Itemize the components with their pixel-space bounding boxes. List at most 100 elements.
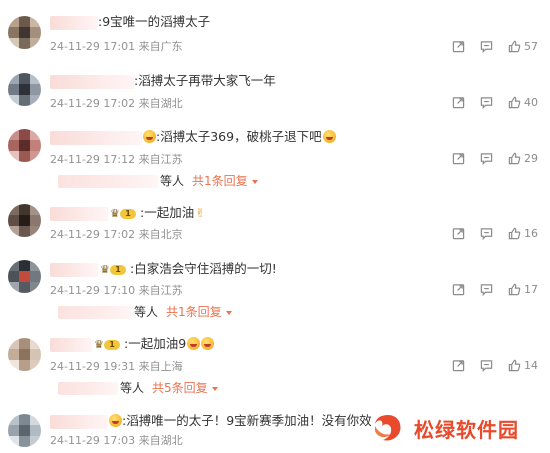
crown-icon: ♛ <box>94 337 104 351</box>
comment-item: ♛ 1 :一起加油9 24-11-29 19:31 来自上海 14 等人 共5条回复 <box>0 334 550 400</box>
comment-time: 24-11-29 19:31 <box>50 360 136 373</box>
expand-replies-link[interactable]: 共1条回复 <box>166 305 222 319</box>
emoji-icon <box>322 130 336 143</box>
avatar[interactable] <box>8 260 41 293</box>
like-count: 17 <box>524 282 538 296</box>
comment-icon <box>480 359 493 372</box>
comment-location: 来自广东 <box>138 40 183 53</box>
like-count: 14 <box>524 358 538 372</box>
comment-text: :一起加油 <box>140 205 195 220</box>
like-button[interactable]: 16 <box>508 226 538 240</box>
comment-icon <box>480 96 493 109</box>
comment-time: 24-11-29 17:10 <box>50 284 136 297</box>
comment-location: 来自湖北 <box>138 97 183 110</box>
like-button[interactable]: 29 <box>508 151 538 165</box>
crown-icon: ♛ <box>100 262 110 276</box>
fan-badge-icon <box>143 130 156 143</box>
comment-text: :一起加油9 <box>124 336 187 351</box>
caret-down-icon <box>225 310 232 315</box>
share-button[interactable] <box>452 358 465 372</box>
share-button[interactable] <box>452 39 465 53</box>
comment-icon <box>480 283 493 296</box>
share-icon <box>452 96 465 108</box>
comment-item: :滔搏太子369，破桃子退下吧 24-11-29 17:12 来自江苏 29 等… <box>0 123 550 189</box>
username[interactable] <box>50 74 134 89</box>
avatar[interactable] <box>8 204 41 237</box>
like-button[interactable]: 40 <box>508 95 538 109</box>
share-button[interactable] <box>452 151 465 165</box>
share-icon <box>452 40 465 52</box>
reply-summary[interactable]: 等人 共1条回复 <box>58 173 258 189</box>
expand-replies-link[interactable]: 共1条回复 <box>192 174 248 188</box>
replier-names <box>58 306 132 319</box>
comment-button[interactable] <box>480 226 493 240</box>
fan-level-badge: ♛ 1 <box>94 337 120 351</box>
watermark-text: 松绿软件园 <box>414 417 519 442</box>
share-button[interactable] <box>452 282 465 296</box>
comment-text: :白家浩会守住滔搏的一切! <box>130 261 277 276</box>
replier-names <box>58 175 158 188</box>
username[interactable] <box>50 337 92 352</box>
reply-summary[interactable]: 等人 共5条回复 <box>58 380 218 396</box>
emoji-icon <box>201 337 215 350</box>
username[interactable] <box>50 130 142 145</box>
avatar[interactable] <box>8 414 41 447</box>
avatar[interactable] <box>8 16 41 49</box>
share-icon <box>452 227 465 239</box>
avatar[interactable] <box>8 129 41 162</box>
username[interactable] <box>50 414 108 429</box>
comment-icon <box>480 227 493 240</box>
comment-icon <box>480 40 493 53</box>
username[interactable] <box>50 262 98 277</box>
like-button[interactable]: 17 <box>508 282 538 296</box>
reply-suffix: 等人 <box>134 305 159 319</box>
like-button[interactable]: 57 <box>508 39 538 53</box>
like-button[interactable]: 14 <box>508 358 538 372</box>
share-button[interactable] <box>452 95 465 109</box>
comment-item: ♛ 1:白家浩会守住滔搏的一切! 24-11-29 17:10 来自江苏 17 等… <box>0 256 550 322</box>
like-count: 29 <box>524 151 538 165</box>
comment-text: :滔搏太子再带大家飞一年 <box>134 73 276 88</box>
thumbs-up-icon <box>508 40 521 52</box>
share-button[interactable] <box>452 226 465 240</box>
avatar[interactable] <box>8 73 41 106</box>
reply-summary[interactable]: 等人 共1条回复 <box>58 304 232 320</box>
comment-button[interactable] <box>480 358 493 372</box>
like-count: 57 <box>524 39 538 53</box>
comment-location: 来自上海 <box>138 360 183 373</box>
comment-item: :9宝唯一的滔搏太子 24-11-29 17:01 来自广东 57 <box>0 10 550 54</box>
username[interactable] <box>50 206 108 221</box>
comment-time: 24-11-29 17:02 <box>50 228 136 241</box>
like-count: 16 <box>524 226 538 240</box>
badge-level: 1 <box>120 208 136 219</box>
replier-names <box>58 382 118 395</box>
reply-suffix: 等人 <box>160 174 185 188</box>
comment-text: :滔搏唯一的太子！9宝新赛季加油！没有你效 <box>122 413 372 428</box>
share-icon <box>452 359 465 371</box>
thumbs-up-icon <box>508 96 521 108</box>
comment-location: 来自北京 <box>138 228 183 241</box>
thumbs-up-icon <box>508 359 521 371</box>
comment-button[interactable] <box>480 95 493 109</box>
avatar[interactable] <box>8 338 41 371</box>
comment-button[interactable] <box>480 282 493 296</box>
share-icon <box>452 152 465 164</box>
username[interactable] <box>50 15 98 30</box>
badge-level: 1 <box>104 339 120 350</box>
watermark: 松绿软件园 <box>372 412 519 444</box>
fan-level-badge: ♛ 1 <box>110 207 136 220</box>
watermark-logo-icon <box>375 415 401 441</box>
emoji-icon <box>187 337 201 350</box>
expand-replies-link[interactable]: 共5条回复 <box>152 381 208 395</box>
thumbs-up-icon <box>508 152 521 164</box>
comment-location: 来自湖北 <box>138 434 183 447</box>
comment-button[interactable] <box>480 151 493 165</box>
comment-time: 24-11-29 17:03 <box>50 434 136 447</box>
comment-text: :滔搏太子369，破桃子退下吧 <box>156 129 322 144</box>
like-count: 40 <box>524 95 538 109</box>
comment-button[interactable] <box>480 39 493 53</box>
comment-time: 24-11-29 17:12 <box>50 153 136 166</box>
caret-down-icon <box>211 386 218 391</box>
share-icon <box>452 283 465 295</box>
comment-time: 24-11-29 17:02 <box>50 97 136 110</box>
